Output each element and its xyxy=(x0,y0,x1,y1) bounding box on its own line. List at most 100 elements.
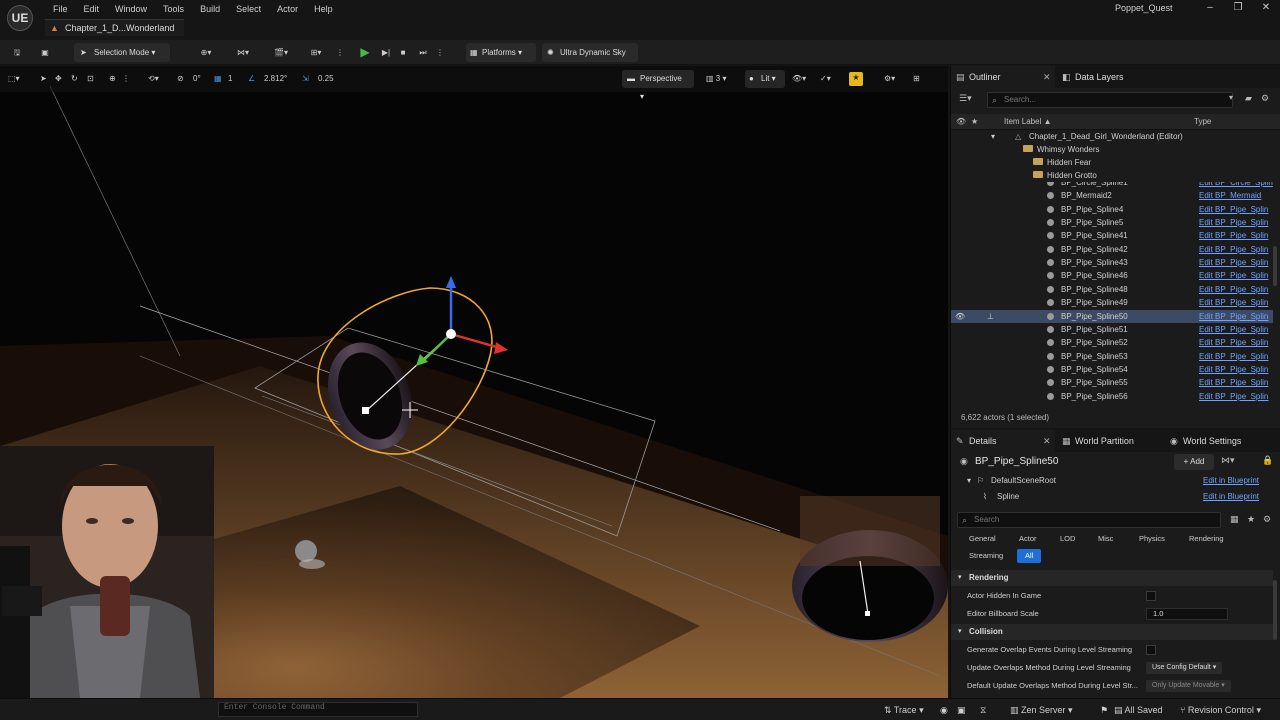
filter-rendering[interactable]: Rendering xyxy=(1181,532,1232,546)
search-dropdown-icon[interactable]: ▾ xyxy=(1229,93,1233,102)
actor-row[interactable]: BP_Pipe_Spline54 Edit BP_Pipe_Splin xyxy=(951,363,1273,376)
favorites-icon[interactable]: ★ xyxy=(1247,514,1255,525)
sky-dropdown[interactable]: ✺ Ultra Dynamic Sky ▾ xyxy=(542,43,638,76)
grid-snap-icon[interactable]: ▦ xyxy=(214,73,222,85)
level-viewport[interactable]: ⬚▾ ➤ ✥ ↻ ⊡ ⊕ ⋮ ⟲▾ ⊘ 0° ▦ 1 ∠ 2.812° ⇲ 0.… xyxy=(0,66,948,698)
item-label-header[interactable]: Item Label ▲ xyxy=(1004,114,1052,130)
add-component-button[interactable]: + Add xyxy=(1174,454,1214,470)
screenshot-icon[interactable]: ▣ xyxy=(957,704,966,716)
zen-server-dropdown[interactable]: ▥ Zen Server ▾ xyxy=(1010,704,1073,716)
actor-row[interactable]: BP_Pipe_Spline53 Edit BP_Pipe_Splin xyxy=(951,350,1273,363)
component-row[interactable]: ▾ ⚐ DefaultSceneRoot Edit in Blueprint xyxy=(951,473,1273,489)
type-header[interactable]: Type xyxy=(1194,114,1211,130)
expand-arrow-icon[interactable]: ▾ xyxy=(991,130,995,143)
actor-row[interactable]: BP_Pipe_Spline42 Edit BP_Pipe_Splin xyxy=(951,243,1273,256)
revision-control-dropdown[interactable]: ⑂ Revision Control ▾ xyxy=(1180,704,1261,716)
surface-snap-icon[interactable]: ⟲▾ xyxy=(148,73,159,85)
default-update-dropdown[interactable]: Only Update Movable ▾ xyxy=(1146,680,1231,692)
actor-row[interactable]: BP_Pipe_Spline49 Edit BP_Pipe_Splin xyxy=(951,296,1273,309)
filter-actor[interactable]: Actor xyxy=(1011,532,1045,546)
tree-row-folder[interactable]: Whimsy Wonders xyxy=(951,143,1273,156)
notifications-icon[interactable]: ⚑ xyxy=(1100,704,1108,716)
actor-row[interactable]: BP_Pipe_Spline51 Edit BP_Pipe_Splin xyxy=(951,323,1273,336)
menu-tools[interactable]: Tools xyxy=(155,2,192,16)
actor-type-link[interactable]: Edit BP_Pipe_Splin xyxy=(1199,376,1268,389)
section-rendering[interactable]: ▾ Rendering xyxy=(951,570,1273,586)
camera-speed[interactable]: ▥ 3 ▾ xyxy=(706,73,726,85)
rotate-tool-icon[interactable]: ↻ xyxy=(71,73,78,85)
platforms-dropdown[interactable]: ▦ Platforms ▾ xyxy=(466,43,536,62)
actor-type-link[interactable]: Edit BP_Pipe_Splin xyxy=(1199,350,1268,363)
blueprint-options-icon[interactable]: ⋈▾ xyxy=(1221,455,1235,466)
details-search-input[interactable]: ⌕ Search xyxy=(957,512,1221,528)
actor-row[interactable]: 👁 ⊥ BP_Pipe_Spline50 Edit BP_Pipe_Splin xyxy=(951,309,1273,323)
save-icon[interactable]: 🖫 xyxy=(8,44,26,61)
scale-snap-value[interactable]: 0.25 xyxy=(318,73,334,85)
menu-select[interactable]: Select xyxy=(228,2,269,16)
perspective-dropdown[interactable]: ▬ Perspective ▾ xyxy=(622,70,694,101)
actor-type-link[interactable]: Edit BP_Pipe_Splin xyxy=(1199,229,1268,242)
actor-type-link[interactable]: Edit BP_Pipe_Splin xyxy=(1199,323,1268,336)
lock-icon[interactable]: 🔒 xyxy=(1262,455,1273,466)
rotation-snap-value[interactable]: 2.812° xyxy=(264,73,287,85)
restore-icon[interactable]: ❐ xyxy=(1224,1,1252,15)
pin-icon[interactable]: ⊥ xyxy=(987,310,994,323)
vp-more-icon[interactable]: ⋮ xyxy=(122,73,130,85)
selection-mode-dropdown[interactable]: ➤ Selection Mode ▾ xyxy=(74,43,170,62)
close-window-icon[interactable]: ✕ xyxy=(1252,1,1280,15)
actor-type-link[interactable]: Edit BP_Pipe_Splin xyxy=(1199,403,1268,404)
menu-help[interactable]: Help xyxy=(306,2,341,16)
show-flags-icon[interactable]: 👁▾ xyxy=(792,73,806,85)
actor-type-link[interactable]: Edit BP_Pipe_Splin xyxy=(1199,296,1268,309)
trace-dropdown[interactable]: ⇅ Trace ▾ xyxy=(884,704,924,716)
actor-type-link[interactable]: Edit BP_Pipe_Splin xyxy=(1199,203,1268,216)
menu-file[interactable]: File xyxy=(45,2,76,16)
scale-snap-icon[interactable]: ⇲ xyxy=(302,73,309,85)
actor-hidden-checkbox[interactable] xyxy=(1146,591,1156,601)
edit-in-blueprint-link[interactable]: Edit in Blueprint xyxy=(1203,473,1259,489)
actor-type-link[interactable]: Edit BP_Circle_Splin xyxy=(1199,182,1273,189)
outliner-settings-icon[interactable]: ⚙ xyxy=(1261,93,1269,104)
world-space-icon[interactable]: ⊕ xyxy=(109,73,116,85)
actor-type-link[interactable]: Edit BP_Pipe_Splin xyxy=(1199,363,1268,376)
menu-actor[interactable]: Actor xyxy=(269,2,306,16)
pin-col-icon[interactable]: ★ xyxy=(971,114,978,130)
more-options-icon[interactable]: ⋮ xyxy=(334,44,346,61)
actor-type-link[interactable]: Edit BP_Pipe_Splin xyxy=(1199,283,1268,296)
tab-data-layers[interactable]: ◧ Data Layers xyxy=(1057,66,1157,88)
game-view-icon[interactable]: ★ xyxy=(849,72,863,86)
actor-type-link[interactable]: Edit BP_Pipe_Splin xyxy=(1199,269,1268,282)
details-settings-icon[interactable]: ⚙ xyxy=(1263,514,1271,525)
tab-world-settings[interactable]: ◉ World Settings xyxy=(1165,430,1279,452)
billboard-scale-field[interactable]: 1.0 xyxy=(1146,608,1228,620)
close-outliner-icon[interactable]: ✕ xyxy=(1043,66,1051,88)
visibility-icon[interactable]: 👁 xyxy=(955,310,965,323)
actor-row[interactable]: BP_Pipe_Spline46 Edit BP_Pipe_Splin xyxy=(951,269,1273,282)
actor-row[interactable]: BP_Pipe_Spline57 Edit BP_Pipe_Splin xyxy=(951,403,1273,404)
viewport-settings-icon[interactable]: ⚙▾ xyxy=(884,73,895,85)
actor-row[interactable]: BP_Pipe_Spline41 Edit BP_Pipe_Splin xyxy=(951,229,1273,242)
menu-edit[interactable]: Edit xyxy=(76,2,108,16)
outliner-search-input[interactable]: ⌕ Search... xyxy=(987,92,1233,108)
property-matrix-icon[interactable]: ▦ xyxy=(1230,514,1239,525)
actor-type-link[interactable]: Edit BP_Mermaid xyxy=(1199,189,1261,202)
scale-tool-icon[interactable]: ⊡ xyxy=(87,73,94,85)
close-details-icon[interactable]: ✕ xyxy=(1043,430,1051,452)
filter-lod[interactable]: LOD xyxy=(1052,532,1083,546)
blueprint-icon[interactable]: ⋈▾ xyxy=(230,44,256,61)
section-collision[interactable]: ▾ Collision xyxy=(951,624,1273,640)
actor-row[interactable]: BP_Pipe_Spline48 Edit BP_Pipe_Splin xyxy=(951,283,1273,296)
stop-icon[interactable]: ■ xyxy=(396,44,410,61)
actor-row[interactable]: BP_Mermaid2 Edit BP_Mermaid xyxy=(951,189,1273,202)
tree-row-folder[interactable]: Hidden Fear xyxy=(951,156,1273,169)
move-tool-icon[interactable]: ✥ xyxy=(55,73,62,85)
menu-build[interactable]: Build xyxy=(192,2,228,16)
tab-details[interactable]: ✎ Details xyxy=(951,430,1055,452)
minimize-icon[interactable]: – xyxy=(1196,1,1224,15)
tree-row-level[interactable]: ▾ △ Chapter_1_Dead_Girl_Wonderland (Edit… xyxy=(951,130,1273,143)
edit-in-blueprint-link[interactable]: Edit in Blueprint xyxy=(1203,489,1259,505)
expand-arrow-icon[interactable]: ▾ xyxy=(967,473,971,489)
visibility-col-icon[interactable]: 👁 xyxy=(956,114,966,130)
actor-row[interactable]: BP_Pipe_Spline56 Edit BP_Pipe_Splin xyxy=(951,390,1273,403)
filter-icon[interactable]: ☰▾ xyxy=(959,93,972,104)
